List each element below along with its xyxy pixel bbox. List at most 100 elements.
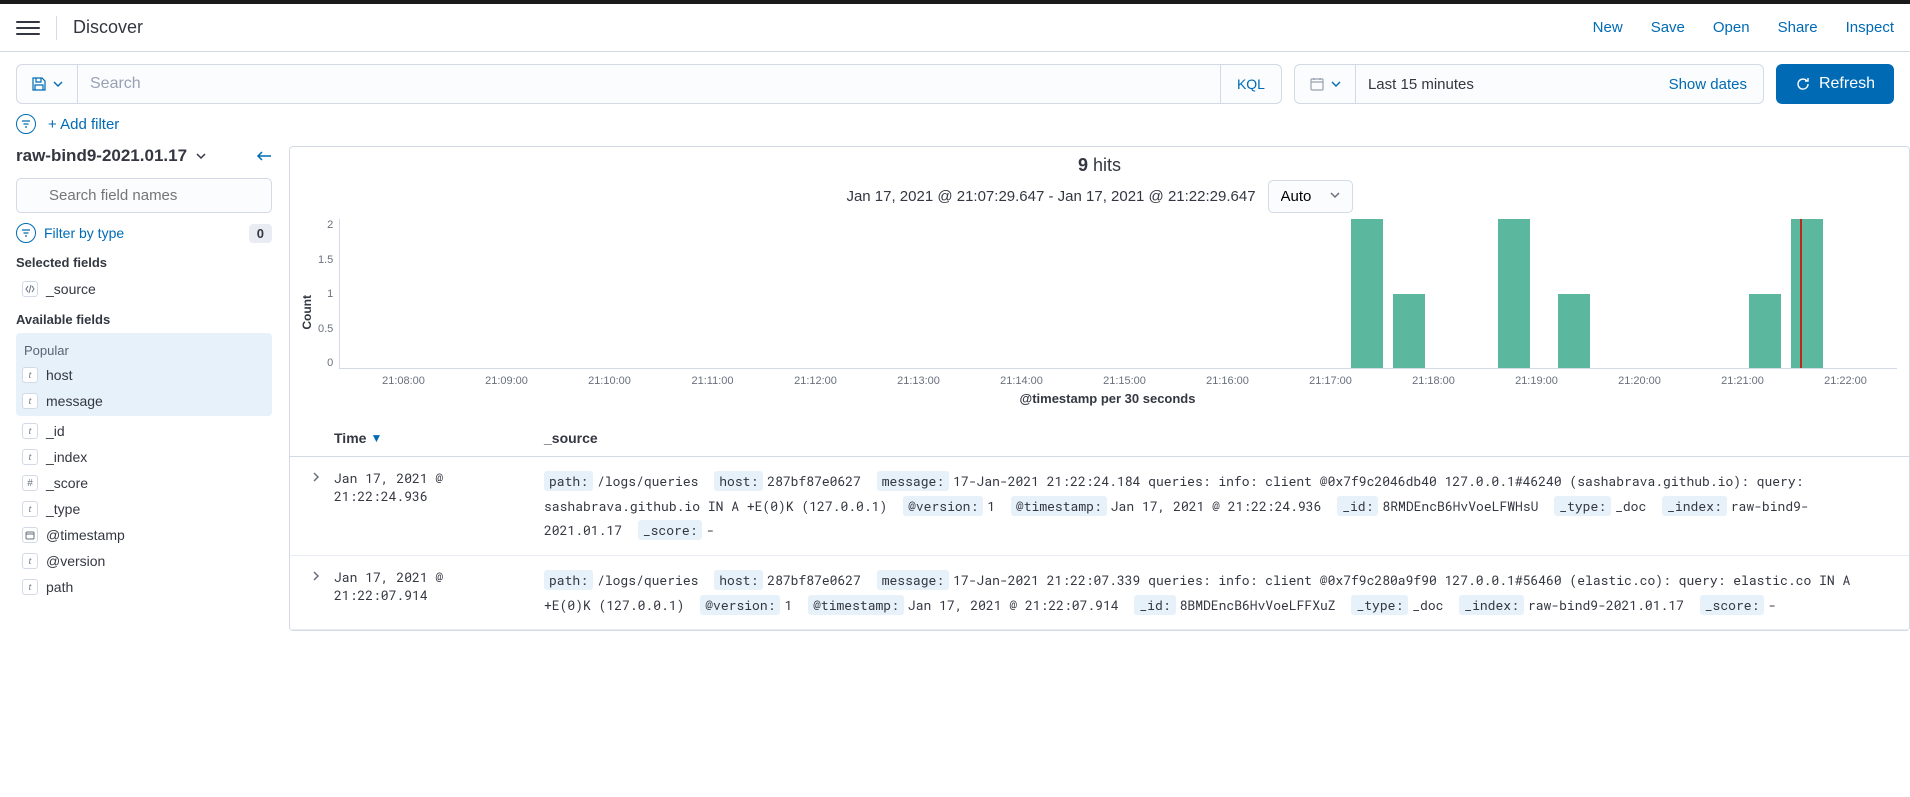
date-picker: Last 15 minutes Show dates	[1294, 64, 1764, 104]
field-item[interactable]: tmessage	[16, 388, 272, 414]
date-quick-button[interactable]	[1295, 65, 1356, 103]
search-input[interactable]	[78, 75, 1220, 93]
field-key: message:	[877, 471, 949, 491]
field-key: @timestamp:	[808, 595, 904, 615]
popular-label: Popular	[24, 343, 272, 358]
field-value: /logs/queries	[597, 571, 698, 589]
index-pattern-name: raw-bind9-2021.01.17	[16, 146, 187, 166]
doc-time: Jan 17, 2021 @ 21:22:24.936	[334, 469, 544, 505]
table-row: Jan 17, 2021 @ 21:22:07.914 path:/logs/q…	[290, 556, 1909, 630]
x-axis-label: @timestamp per 30 seconds	[318, 391, 1897, 406]
header-link-share[interactable]: Share	[1778, 19, 1818, 36]
date-range-label[interactable]: Last 15 minutes	[1356, 76, 1653, 93]
show-dates-link[interactable]: Show dates	[1653, 76, 1763, 93]
nav-menu-icon[interactable]	[16, 16, 40, 40]
field-value: 8RMDEncB6HvVoeLFWHsU	[1382, 497, 1538, 515]
docs-header: Time ▼ _source	[290, 416, 1909, 457]
doc-source: path:/logs/queries host:287bf87e0627 mes…	[544, 568, 1889, 617]
field-key: host:	[714, 570, 763, 590]
field-key: @version:	[903, 496, 983, 516]
sort-desc-icon: ▼	[370, 431, 382, 445]
column-time-header[interactable]: Time ▼	[334, 430, 544, 446]
histogram-bar[interactable]	[1393, 294, 1425, 369]
hits-title: 9 hits	[290, 147, 1909, 180]
field-item[interactable]: t@version	[16, 548, 272, 574]
time-marker	[1800, 219, 1802, 368]
header-links: New Save Open Share Inspect	[1593, 19, 1894, 36]
histogram-bar[interactable]	[1558, 294, 1590, 369]
field-value: /logs/queries	[597, 472, 698, 490]
field-value: 1	[987, 497, 995, 515]
refresh-button[interactable]: Refresh	[1776, 64, 1894, 104]
plot-area	[339, 219, 1897, 369]
y-ticks: 21.510.50	[318, 219, 339, 369]
header-link-inspect[interactable]: Inspect	[1846, 19, 1894, 36]
histogram-bar[interactable]	[1749, 294, 1781, 369]
filter-count-badge: 0	[249, 224, 272, 243]
field-key: _type:	[1554, 496, 1611, 516]
field-item[interactable]: #_score	[16, 470, 272, 496]
available-fields-label: Available fields	[16, 312, 272, 327]
filter-by-type-label: Filter by type	[44, 225, 124, 241]
content: 9 hits Jan 17, 2021 @ 21:07:29.647 - Jan…	[288, 146, 1910, 797]
saved-query-button[interactable]	[17, 65, 78, 103]
chevron-down-icon	[1331, 79, 1341, 89]
table-row: Jan 17, 2021 @ 21:22:24.936 path:/logs/q…	[290, 457, 1909, 556]
chart-controls: Jan 17, 2021 @ 21:07:29.647 - Jan 17, 20…	[290, 180, 1909, 213]
filter-bar: + Add filter	[0, 104, 1910, 146]
x-ticks: 21:08:0021:09:0021:10:0021:11:0021:12:00…	[352, 369, 1897, 387]
field-item[interactable]: tpath	[16, 574, 272, 600]
refresh-label: Refresh	[1819, 75, 1875, 93]
field-value: _doc	[1412, 596, 1443, 614]
kql-toggle[interactable]: KQL	[1220, 65, 1281, 103]
expand-row-button[interactable]	[310, 568, 334, 582]
collapse-sidebar-button[interactable]	[254, 149, 272, 163]
expand-row-button[interactable]	[310, 469, 334, 483]
field-value: 1	[784, 596, 792, 614]
time-range-label: Jan 17, 2021 @ 21:07:29.647 - Jan 17, 20…	[846, 188, 1255, 205]
field-item[interactable]: t_index	[16, 444, 272, 470]
header-link-open[interactable]: Open	[1713, 19, 1750, 36]
main: raw-bind9-2021.01.17 Filter by type 0 Se…	[0, 146, 1910, 797]
interval-select[interactable]: Auto	[1268, 180, 1353, 213]
field-value: raw-bind9-2021.01.17	[1528, 596, 1684, 614]
histogram-bar[interactable]	[1351, 219, 1383, 368]
histogram-chart[interactable]: Count 21.510.50 21:08:0021:09:0021:10:00…	[290, 219, 1909, 406]
column-source-header[interactable]: _source	[544, 430, 1889, 446]
field-value: -	[1768, 596, 1776, 614]
field-key: _index:	[1459, 595, 1524, 615]
field-key: _id:	[1134, 595, 1175, 615]
field-item[interactable]: @timestamp	[16, 522, 272, 548]
field-key: path:	[544, 570, 593, 590]
header-link-save[interactable]: Save	[1651, 19, 1685, 36]
index-pattern-selector[interactable]: raw-bind9-2021.01.17	[16, 146, 207, 166]
sidebar: raw-bind9-2021.01.17 Filter by type 0 Se…	[0, 146, 288, 797]
field-item[interactable]: thost	[16, 362, 272, 388]
filter-icon	[16, 223, 36, 243]
field-key: _id:	[1337, 496, 1378, 516]
field-item[interactable]: t_id	[16, 418, 272, 444]
field-search-input[interactable]	[16, 178, 272, 213]
refresh-icon	[1795, 76, 1811, 92]
filter-by-type-button[interactable]: Filter by type 0	[16, 223, 272, 243]
hits-suffix: hits	[1093, 155, 1121, 175]
field-item[interactable]: t_type	[16, 496, 272, 522]
field-value: 287bf87e0627	[767, 571, 861, 589]
calendar-icon	[1309, 76, 1325, 92]
field-value: Jan 17, 2021 @ 21:22:07.914	[908, 596, 1119, 614]
header-link-new[interactable]: New	[1593, 19, 1623, 36]
field-key: @timestamp:	[1011, 496, 1107, 516]
field-key: _score:	[1700, 595, 1765, 615]
disk-icon	[31, 76, 47, 92]
hits-count: 9	[1078, 155, 1088, 175]
field-item[interactable]: _source	[16, 276, 272, 302]
histogram-bar[interactable]	[1498, 219, 1530, 368]
selected-fields-label: Selected fields	[16, 255, 272, 270]
filter-options-button[interactable]	[16, 114, 36, 134]
query-bar: KQL Last 15 minutes Show dates Refresh	[0, 52, 1910, 104]
histogram-bar[interactable]	[1791, 219, 1823, 368]
field-value: -	[706, 521, 714, 539]
field-value: Jan 17, 2021 @ 21:22:24.936	[1111, 497, 1322, 515]
chevron-down-icon	[53, 79, 63, 89]
add-filter-button[interactable]: + Add filter	[48, 116, 119, 133]
